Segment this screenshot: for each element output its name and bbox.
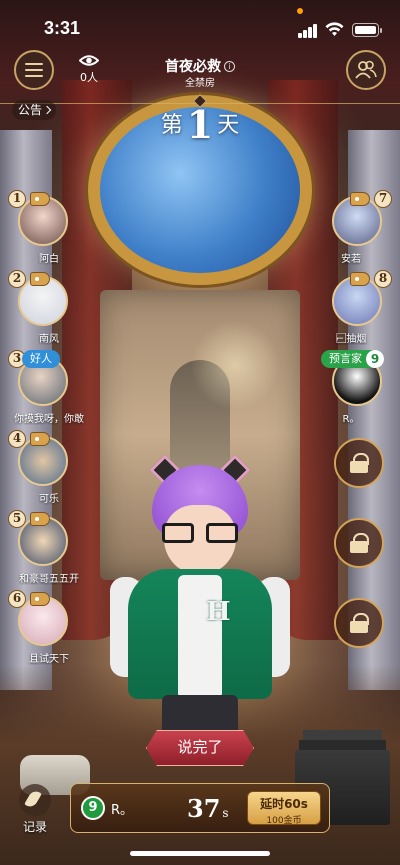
speaking-avatar-character: H (110, 454, 290, 735)
good-person-badge: 好人 (22, 350, 60, 368)
tag-icon[interactable] (30, 512, 50, 526)
status-time: 3:31 (44, 18, 81, 38)
player-seat-2[interactable]: 2 南风 (4, 270, 94, 350)
player-name: 你摸我呀，你敢 (14, 414, 84, 425)
avatar-pants (162, 695, 238, 735)
avatar-jacket (128, 569, 272, 699)
record-button[interactable]: 记录 (14, 784, 56, 835)
seat-number: 5 (8, 510, 26, 528)
timer-seconds: 37 (187, 794, 221, 823)
seat-number: 9 (366, 350, 384, 368)
day-banner: 第1天 (0, 102, 400, 147)
day-number: 1 (186, 102, 214, 147)
speaker-seat-number: 9 (81, 796, 105, 820)
players-list-button[interactable] (346, 50, 386, 90)
prophet-label: 预言家 (329, 352, 362, 365)
status-bar: 3:31 (0, 0, 400, 50)
player-name: R。 (342, 414, 360, 425)
lock-icon (350, 453, 369, 473)
player-name: 且试天下 (29, 654, 69, 665)
record-label: 记录 (22, 820, 47, 834)
room-mode-subtitle: 全禁房 (185, 78, 215, 89)
room-mode-label: 首夜必救 (165, 59, 221, 75)
tag-icon[interactable] (350, 192, 370, 206)
player-seat-1[interactable]: 1 阿白 (4, 190, 94, 270)
recording-dot-icon (297, 8, 303, 14)
player-seat-8[interactable]: 8 ⌐ ⃞⃞抽烟 (306, 270, 396, 350)
speak-timer: 37 s (187, 794, 229, 823)
player-name: 安若 (341, 254, 361, 265)
player-seat-5[interactable]: 5 和豪哥五五开 (4, 510, 94, 590)
player-name: ⌐ ⃞⃞抽烟 (335, 334, 367, 345)
player-name: 和豪哥五五开 (19, 574, 79, 585)
avatar-glasses (162, 523, 238, 543)
quill-icon (19, 784, 51, 816)
seat-number: 4 (8, 430, 26, 448)
player-name: 阿白 (39, 254, 59, 265)
tag-icon[interactable] (30, 432, 50, 446)
wifi-icon (325, 22, 344, 36)
signal-icon (298, 24, 318, 38)
speaker-name: R。 (111, 803, 134, 818)
player-seat-6[interactable]: 6 且试天下 (4, 590, 94, 670)
current-speaker-bar: 9 R。 37 s 延时60s 100金币 (70, 783, 330, 833)
player-seat-3[interactable]: 3 好人 你摸我呀，你敢 (4, 350, 94, 430)
player-seat-4[interactable]: 4 可乐 (4, 430, 94, 510)
player-name: 南风 (39, 334, 59, 345)
locked-seat-12[interactable] (334, 598, 384, 648)
home-indicator[interactable] (130, 851, 270, 856)
seat-number: 6 (8, 590, 26, 608)
finish-speaking-button[interactable]: 说完了 (146, 730, 254, 766)
day-suffix: 天 (217, 113, 240, 138)
lock-icon (350, 533, 369, 553)
room-mode-title[interactable]: 首夜必救 i (0, 56, 400, 76)
tag-icon[interactable] (30, 192, 50, 206)
lock-icon (350, 613, 369, 633)
tag-icon[interactable] (30, 272, 50, 286)
extend-cost: 100金币 (266, 816, 302, 826)
extend-label: 延时60s (260, 797, 308, 811)
jacket-letter-logo: H (206, 597, 231, 627)
info-icon[interactable]: i (224, 61, 235, 72)
seat-number: 7 (374, 190, 392, 208)
light-glow (190, 320, 280, 410)
day-prefix: 第 (160, 113, 183, 138)
seat-number: 2 (8, 270, 26, 288)
battery-icon (352, 23, 382, 37)
locked-seat-10[interactable] (334, 438, 384, 488)
seat-number: 8 (374, 270, 392, 288)
player-name: 可乐 (39, 494, 59, 505)
prophet-badge: 预言家 9 (321, 350, 384, 368)
player-seat-7[interactable]: 7 安若 (306, 190, 396, 270)
tag-icon[interactable] (30, 592, 50, 606)
player-seat-9[interactable]: 预言家 9 R。 (306, 350, 396, 430)
timer-unit: s (222, 806, 229, 820)
players-icon (355, 60, 377, 79)
tag-icon[interactable] (350, 272, 370, 286)
locked-seat-11[interactable] (334, 518, 384, 568)
extend-time-button[interactable]: 延时60s 100金币 (247, 791, 321, 826)
seat-number: 1 (8, 190, 26, 208)
